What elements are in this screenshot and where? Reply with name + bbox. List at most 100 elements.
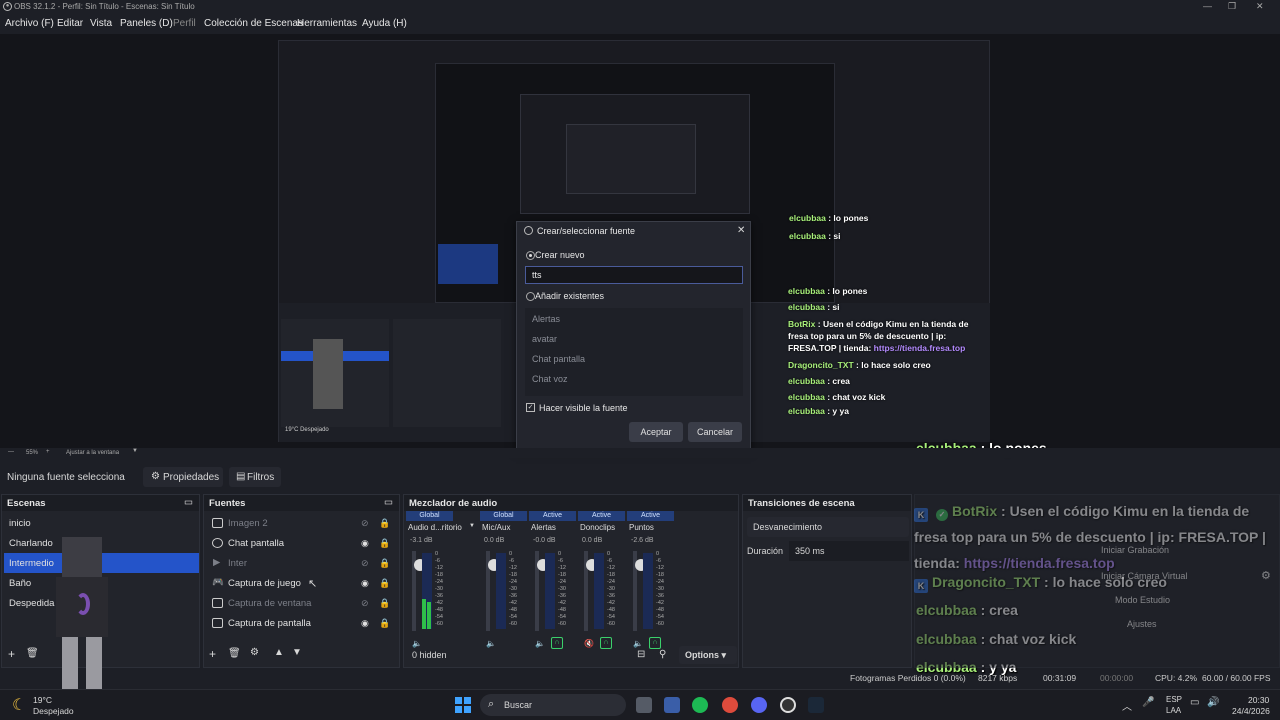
dock-menu-icon[interactable]: ▭ <box>184 497 193 508</box>
trash-icon[interactable]: 🗑 <box>26 648 39 659</box>
source-name-input[interactable] <box>525 266 743 284</box>
source-item[interactable]: Chat pantalla ◉ 🔒 <box>209 535 394 553</box>
menu-coleccion[interactable]: Colección de Escenas <box>204 18 303 29</box>
windows-start-icon[interactable] <box>455 697 471 713</box>
gear-icon[interactable]: ⚙ <box>250 647 259 658</box>
trash-icon[interactable]: 🗑 <box>228 648 241 659</box>
cancel-button[interactable]: Cancelar <box>688 422 742 442</box>
discord-icon[interactable] <box>751 697 767 713</box>
layout-icon[interactable]: ⊟ <box>637 649 645 660</box>
list-item[interactable]: avatar <box>532 334 557 344</box>
eye-icon[interactable]: ◉ <box>361 618 369 629</box>
settings-button[interactable]: Ajustes <box>1127 619 1157 629</box>
record-time: 00:00:00 <box>1100 673 1134 683</box>
options-button[interactable]: Options ▾ <box>679 646 737 664</box>
menu-perfil[interactable]: Perfil <box>173 18 196 29</box>
source-item[interactable]: Imagen 2 ⊘ 🔒 <box>209 515 394 533</box>
speaker-icon[interactable]: 🔊 <box>1207 697 1219 708</box>
volume-icon[interactable]: 🔈 <box>535 639 545 648</box>
add-existing-label[interactable]: Añadir existentes <box>535 291 604 301</box>
menu-herramientas[interactable]: Herramientas <box>297 18 357 29</box>
menu-editar[interactable]: Editar <box>57 18 83 29</box>
lock-icon[interactable]: 🔒 <box>379 618 390 629</box>
menu-ayuda[interactable]: Ayuda (H) <box>362 18 407 29</box>
create-new-label[interactable]: Crear nuevo <box>535 250 585 260</box>
menu-paneles[interactable]: Paneles (D) <box>120 18 173 29</box>
menu-vista[interactable]: Vista <box>90 18 112 29</box>
accept-button[interactable]: Aceptar <box>629 422 683 442</box>
gear-icon[interactable]: ⚙ <box>1261 569 1271 582</box>
volume-icon[interactable]: 🔈 <box>633 639 643 648</box>
lock-icon[interactable]: 🔒 <box>379 578 390 589</box>
dock-menu-icon[interactable]: ▭ <box>384 497 393 508</box>
eye-hidden-icon[interactable]: ⊘ <box>361 558 369 569</box>
menu-archivo[interactable]: Archivo (F) <box>5 18 54 29</box>
fit-label[interactable]: Ajustar a la ventana <box>66 450 119 456</box>
language-layout[interactable]: LAA <box>1166 706 1181 715</box>
maximize-icon[interactable]: ❐ <box>1228 1 1236 12</box>
mic-icon[interactable]: 🎤 <box>1142 697 1154 708</box>
clock-date[interactable]: 24/4/2026 <box>1232 706 1270 716</box>
eye-hidden-icon[interactable]: ⊘ <box>361 598 369 609</box>
chrome-icon[interactable] <box>722 697 738 713</box>
lock-icon[interactable]: 🔒 <box>379 558 390 569</box>
scene-item[interactable]: inicio <box>4 513 199 533</box>
lock-icon[interactable]: 🔒 <box>379 598 390 609</box>
add-existing-radio[interactable] <box>526 292 535 301</box>
filters-button[interactable]: ▤ Filtros <box>229 467 281 487</box>
eye-icon[interactable]: ◉ <box>361 578 369 589</box>
spotify-icon[interactable] <box>692 697 708 713</box>
volume-slider[interactable] <box>412 551 426 631</box>
network-icon[interactable]: ▭ <box>1190 697 1199 708</box>
volume-slider[interactable] <box>584 551 598 631</box>
chevron-up-icon[interactable]: ︿ <box>1122 698 1132 713</box>
list-item[interactable]: Chat voz <box>532 374 568 384</box>
chevron-down-icon[interactable]: ▼ <box>469 523 475 529</box>
duration-input[interactable]: 350 ms <box>789 541 909 561</box>
studio-mode-button[interactable]: Modo Estudio <box>1115 595 1170 605</box>
transition-select[interactable]: Desvanecimiento <box>747 517 909 537</box>
arrow-up-icon[interactable]: ▲ <box>274 647 284 658</box>
list-item[interactable]: Chat pantalla <box>532 354 585 364</box>
clock-time[interactable]: 20:30 <box>1248 695 1269 705</box>
volume-icon[interactable]: 🔈 <box>412 639 422 648</box>
search-box[interactable]: ⌕ Buscar <box>480 694 626 716</box>
lock-icon[interactable]: 🔒 <box>379 538 390 549</box>
volume-slider[interactable] <box>535 551 549 631</box>
headphones-icon[interactable]: ∩ <box>649 637 661 649</box>
visible-checkbox[interactable]: ✓ <box>526 403 535 412</box>
headphones-icon[interactable]: ∩ <box>551 637 563 649</box>
volume-icon[interactable]: 🔈 <box>486 639 496 648</box>
eye-icon[interactable]: ◉ <box>361 538 369 549</box>
start-virtual-camera-button[interactable]: Iniciar Cámara Virtual <box>1101 571 1187 581</box>
properties-button[interactable]: ⚙ Propiedades <box>143 467 223 487</box>
add-icon[interactable]: + <box>8 647 15 661</box>
source-item[interactable]: 🎮 Captura de juego ◉ 🔒 <box>209 575 394 593</box>
source-item[interactable]: Captura de pantalla ◉ 🔒 <box>209 615 394 633</box>
arrow-down-icon[interactable]: ▼ <box>292 647 302 658</box>
minimize-icon[interactable]: — <box>1203 1 1212 11</box>
chevron-down-icon[interactable]: ▼ <box>132 448 138 454</box>
task-view-icon[interactable] <box>636 697 652 713</box>
language-code[interactable]: ESP <box>1166 695 1182 704</box>
zoom-out-icon[interactable]: — <box>8 449 14 455</box>
volume-slider[interactable] <box>633 551 647 631</box>
link-icon[interactable]: ⚲ <box>659 649 666 660</box>
obs-icon[interactable] <box>780 697 796 713</box>
create-new-radio[interactable] <box>526 251 535 260</box>
close-icon[interactable]: ✕ <box>737 225 745 236</box>
add-icon[interactable]: + <box>209 647 216 661</box>
volume-slider[interactable] <box>486 551 500 631</box>
list-item[interactable]: Alertas <box>532 314 560 324</box>
source-item[interactable]: Captura de ventana ⊘ 🔒 <box>209 595 394 613</box>
steam-icon[interactable] <box>808 697 824 713</box>
volume-muted-icon[interactable]: 🔇 <box>584 639 594 648</box>
source-item[interactable]: ▶ Inter ⊘ 🔒 <box>209 555 394 573</box>
lock-icon[interactable]: 🔒 <box>379 518 390 529</box>
start-recording-button[interactable]: Iniciar Grabación <box>1101 545 1169 555</box>
zoom-in-icon[interactable]: + <box>46 449 50 455</box>
headphones-icon[interactable]: ∩ <box>600 637 612 649</box>
eye-hidden-icon[interactable]: ⊘ <box>361 518 369 529</box>
close-icon[interactable]: ✕ <box>1256 1 1264 12</box>
store-icon[interactable] <box>664 697 680 713</box>
